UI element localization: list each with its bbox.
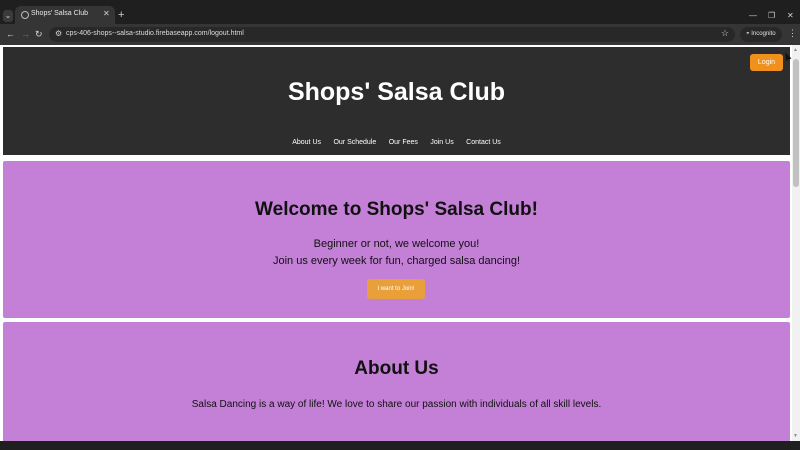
site-nav: About Us Our Schedule Our Fees Join Us C…: [3, 131, 790, 149]
nav-contact-us[interactable]: Contact Us: [466, 139, 501, 146]
nav-join-us[interactable]: Join Us: [430, 139, 453, 146]
tab-search-icon[interactable]: ⌄: [3, 10, 13, 22]
close-window-icon[interactable]: ✕: [787, 11, 794, 21]
browser-tab-strip: ⌄ Shops' Salsa Club ✕ + — ❐ ✕: [0, 0, 800, 24]
back-icon[interactable]: ←: [6, 29, 15, 40]
welcome-text-line-1: Beginner or not, we welcome you!: [313, 238, 480, 250]
menu-icon[interactable]: ⋮: [788, 28, 797, 39]
window-bottom-edge: [0, 441, 800, 450]
tab-title: Shops' Salsa Club: [31, 10, 88, 17]
url-text[interactable]: cps-406-shops--salsa-studio.firebaseapp.…: [66, 30, 244, 37]
nav-our-schedule[interactable]: Our Schedule: [333, 139, 376, 146]
forward-icon[interactable]: →: [21, 29, 30, 40]
close-tab-icon[interactable]: ✕: [103, 9, 110, 18]
welcome-text-line-2: Join us every week for fun, charged sals…: [272, 255, 521, 267]
scroll-down-icon[interactable]: ▼: [793, 433, 798, 439]
new-tab-icon[interactable]: +: [118, 9, 124, 21]
incognito-badge[interactable]: ◓ Incognito: [740, 27, 782, 42]
about-section: About Us Salsa Dancing is a way of life!…: [3, 322, 790, 441]
reload-icon[interactable]: ↻: [35, 29, 43, 40]
minimize-icon[interactable]: —: [749, 11, 757, 21]
login-button[interactable]: Login: [750, 54, 783, 71]
about-title: About Us: [354, 358, 439, 379]
bookmark-star-icon[interactable]: ☆: [721, 28, 729, 39]
welcome-title: Welcome to Shops' Salsa Club!: [255, 199, 538, 220]
about-text: Salsa Dancing is a way of life! We love …: [191, 399, 602, 410]
scroll-up-icon[interactable]: ▲: [793, 47, 798, 53]
page-scrollbar[interactable]: ▲ ▼: [792, 45, 800, 441]
incognito-icon: ◓: [746, 31, 750, 37]
welcome-section: Welcome to Shops' Salsa Club! Beginner o…: [3, 161, 790, 318]
nav-our-fees[interactable]: Our Fees: [389, 139, 418, 146]
globe-icon: [21, 11, 29, 19]
scroll-thumb[interactable]: [793, 59, 799, 187]
nav-about-us[interactable]: About Us: [292, 139, 321, 146]
site-info-icon[interactable]: ⚙: [55, 29, 62, 38]
restore-icon[interactable]: ❐: [768, 11, 775, 21]
site-header: Login Shops' Salsa Club About Us Our Sch…: [3, 47, 790, 155]
browser-tab[interactable]: Shops' Salsa Club ✕: [15, 6, 115, 24]
join-button[interactable]: I want to Join!: [367, 279, 425, 299]
browser-toolbar: ← → ↻ ⚙ cps-406-shops--salsa-studio.fire…: [0, 24, 800, 45]
incognito-label: Incognito: [751, 31, 776, 37]
page-viewport: Login Shops' Salsa Club About Us Our Sch…: [0, 45, 800, 441]
site-title: Shops' Salsa Club: [287, 78, 506, 106]
address-bar[interactable]: ⚙ cps-406-shops--salsa-studio.firebaseap…: [49, 27, 735, 42]
